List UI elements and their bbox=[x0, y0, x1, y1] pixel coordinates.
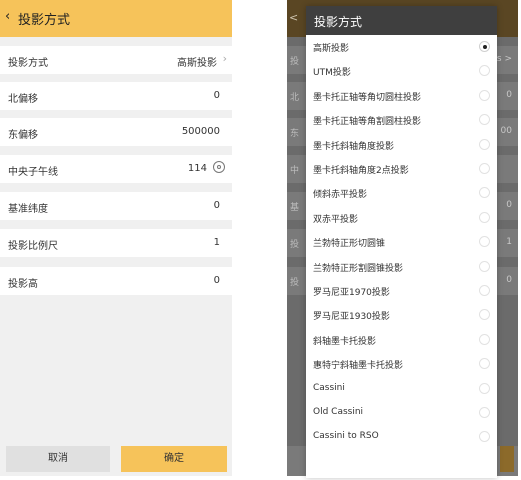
radio-button[interactable] bbox=[479, 41, 490, 52]
location-icon[interactable] bbox=[213, 161, 225, 173]
radio-button[interactable] bbox=[479, 65, 490, 77]
projection-option[interactable]: 墨卡托斜轴角度投影 bbox=[306, 133, 497, 157]
dialog-title: 投影方式 bbox=[314, 15, 363, 29]
option-label: 墨卡托正轴等角切圆柱投影 bbox=[313, 92, 422, 103]
radio-button[interactable] bbox=[479, 187, 490, 199]
projection-height-row[interactable]: 投影高 0 bbox=[0, 267, 232, 295]
projection-option[interactable]: 高斯投影 bbox=[306, 35, 497, 59]
option-label: Cassini bbox=[313, 382, 345, 393]
projection-option[interactable]: 罗马尼亚1970投影 bbox=[306, 279, 497, 303]
option-label: 墨卡托斜轴角度2点投影 bbox=[313, 166, 409, 176]
row-value[interactable]: 500000 bbox=[182, 126, 220, 137]
projection-option[interactable]: 双赤平投影 bbox=[306, 206, 497, 230]
east-offset-row[interactable]: 东偏移 500000 bbox=[0, 118, 232, 146]
radio-button[interactable] bbox=[479, 211, 490, 223]
radio-button[interactable] bbox=[479, 260, 490, 272]
row-label: 投影高 bbox=[8, 279, 38, 290]
projection-option[interactable]: 墨卡托正轴等角切圆柱投影 bbox=[306, 84, 497, 108]
row-label: 中央子午线 bbox=[8, 167, 58, 178]
confirm-button[interactable]: 确定 bbox=[121, 446, 227, 472]
projection-option[interactable]: 惠特宁斜轴墨卡托投影 bbox=[306, 352, 497, 376]
row-label: 东偏移 bbox=[8, 130, 38, 141]
projection-option[interactable]: 兰勃特正形割圆锥投影 bbox=[306, 255, 497, 279]
page-title: 投影方式 bbox=[18, 13, 71, 28]
radio-button[interactable] bbox=[479, 358, 490, 370]
option-label: 兰勃特正形切圆锥 bbox=[313, 239, 386, 250]
row-value[interactable]: 0 bbox=[214, 275, 220, 286]
radio-button[interactable] bbox=[479, 382, 490, 394]
projection-option[interactable]: 墨卡托斜轴角度2点投影 bbox=[306, 157, 497, 181]
dimmed-back-icon: < bbox=[289, 11, 299, 24]
row-label: 北偏移 bbox=[8, 94, 38, 105]
option-label: 墨卡托正轴等角割圆柱投影 bbox=[313, 117, 422, 128]
projection-settings-screen: ‹ 投影方式 投影方式 高斯投影 › 北偏移 0 东偏移 500000 中央子午… bbox=[0, 0, 232, 476]
projection-option[interactable]: 兰勃特正形切圆锥 bbox=[306, 230, 497, 254]
option-label: 双赤平投影 bbox=[313, 214, 359, 225]
projection-method-row[interactable]: 投影方式 高斯投影 › bbox=[0, 46, 232, 74]
radio-button[interactable] bbox=[479, 285, 490, 296]
central-meridian-row[interactable]: 中央子午线 114 bbox=[0, 155, 232, 183]
app-header: ‹ 投影方式 bbox=[0, 0, 232, 37]
option-label: 兰勃特正形割圆锥投影 bbox=[313, 263, 404, 274]
option-label: Old Cassini bbox=[313, 407, 364, 417]
projection-option[interactable]: Old Cassini bbox=[306, 401, 497, 425]
row-value[interactable]: 1 bbox=[214, 237, 220, 248]
projection-option[interactable]: 罗马尼亚1930投影 bbox=[306, 303, 497, 327]
radio-button[interactable] bbox=[479, 309, 490, 321]
radio-button[interactable] bbox=[479, 431, 490, 443]
dialog-header: 投影方式 bbox=[306, 6, 497, 35]
row-value[interactable]: 114 bbox=[188, 163, 207, 174]
row-label: 投影比例尺 bbox=[8, 241, 58, 252]
radio-button[interactable] bbox=[479, 407, 490, 418]
radio-button[interactable] bbox=[479, 114, 490, 126]
row-value[interactable]: 0 bbox=[214, 200, 220, 211]
radio-button[interactable] bbox=[479, 163, 490, 174]
option-label: Cassini to RSO bbox=[313, 431, 379, 442]
option-label: 惠特宁斜轴墨卡托投影 bbox=[313, 361, 404, 372]
radio-button[interactable] bbox=[479, 138, 490, 150]
radio-button[interactable] bbox=[479, 89, 490, 101]
radio-button[interactable] bbox=[479, 333, 490, 345]
projection-option[interactable]: Cassini to RSO bbox=[306, 425, 497, 449]
option-label: 罗马尼亚1970投影 bbox=[313, 288, 390, 298]
projection-option[interactable]: 墨卡托正轴等角割圆柱投影 bbox=[306, 108, 497, 132]
row-value[interactable]: 0 bbox=[214, 90, 220, 101]
option-label: UTM投影 bbox=[313, 68, 351, 79]
projection-option[interactable]: 斜轴墨卡托投影 bbox=[306, 328, 497, 352]
chevron-right-icon: › bbox=[222, 52, 227, 65]
projection-option[interactable]: Cassini bbox=[306, 377, 497, 401]
option-label: 高斯投影 bbox=[313, 44, 350, 54]
projection-scale-row[interactable]: 投影比例尺 1 bbox=[0, 229, 232, 257]
option-label: 斜轴墨卡托投影 bbox=[313, 336, 377, 347]
projection-method-dialog: 投影方式 高斯投影 UTM投影墨卡托正轴等角切圆柱投影 墨卡托正轴等角割圆柱投影 墨卡… bbox=[306, 6, 497, 478]
option-label: 罗马尼亚1930投影 bbox=[313, 312, 390, 323]
option-label: 墨卡托斜轴角度投影 bbox=[313, 141, 395, 152]
row-label: 投影方式 bbox=[8, 58, 48, 69]
projection-option[interactable]: UTM投影 bbox=[306, 59, 497, 83]
row-value: 高斯投影 bbox=[177, 58, 217, 69]
radio-button[interactable] bbox=[479, 236, 490, 248]
projection-option[interactable]: 倾斜赤平投影 bbox=[306, 181, 497, 205]
option-label: 倾斜赤平投影 bbox=[313, 190, 368, 201]
back-chevron-icon[interactable]: ‹ bbox=[5, 9, 10, 24]
row-label: 基准纬度 bbox=[8, 204, 48, 215]
base-latitude-row[interactable]: 基准纬度 0 bbox=[0, 192, 232, 220]
cancel-button[interactable]: 取消 bbox=[6, 446, 110, 472]
north-offset-row[interactable]: 北偏移 0 bbox=[0, 82, 232, 110]
